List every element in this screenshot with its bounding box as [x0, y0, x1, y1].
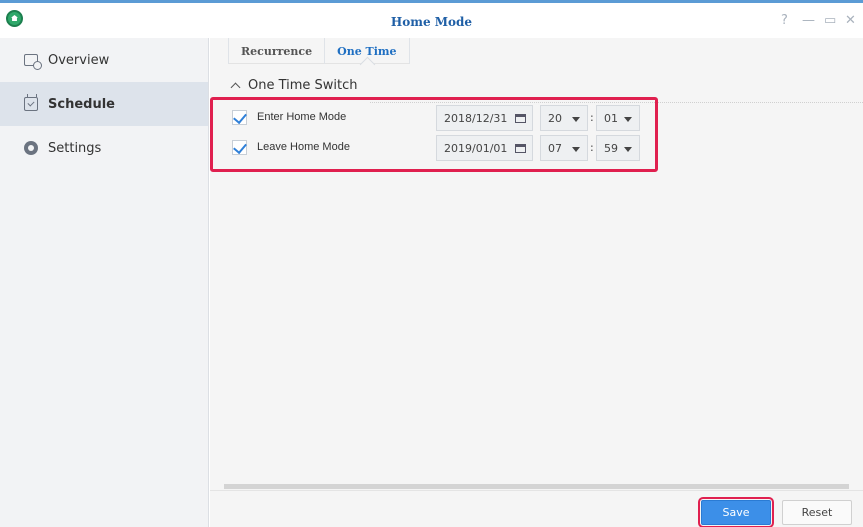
leave-home-mode-label: Leave Home Mode	[257, 141, 350, 153]
leave-hour-value: 07	[548, 141, 562, 155]
tab-one-time[interactable]: One Time	[324, 38, 410, 64]
calendar-icon	[24, 94, 38, 111]
sidebar-item-label: Settings	[48, 140, 102, 156]
collapse-caret-icon	[230, 82, 241, 93]
leave-minute-value: 59	[604, 141, 618, 155]
gear-icon	[24, 141, 38, 155]
time-separator: :	[590, 111, 594, 124]
chevron-down-icon	[572, 117, 580, 122]
save-button[interactable]: Save	[698, 497, 774, 527]
sidebar-item-schedule[interactable]: Schedule	[0, 82, 208, 126]
section-header-one-time-switch[interactable]: One Time Switch	[230, 78, 358, 93]
window-title: Home Mode	[390, 15, 473, 29]
close-icon[interactable]: ✕	[845, 13, 856, 28]
section-title: One Time Switch	[248, 78, 358, 93]
calendar-picker-icon[interactable]	[515, 114, 526, 123]
chevron-down-icon	[572, 147, 580, 152]
reset-button[interactable]: Reset	[782, 500, 852, 525]
enter-date-value: 2018/12/31	[444, 111, 508, 125]
leave-date-field[interactable]: 2019/01/01	[436, 135, 533, 161]
sidebar-item-label: Schedule	[48, 96, 115, 112]
enter-hour-value: 20	[548, 111, 562, 125]
leave-home-mode-row: Leave Home Mode 2019/01/01 07 : 59	[232, 135, 640, 161]
enter-home-mode-label: Enter Home Mode	[257, 111, 347, 123]
enter-hour-select[interactable]: 20	[540, 105, 588, 131]
footer-divider	[210, 490, 863, 491]
help-icon[interactable]: ?	[781, 13, 788, 28]
tab-recurrence[interactable]: Recurrence	[228, 38, 324, 64]
section-divider	[370, 102, 863, 103]
maximize-icon[interactable]: ▭	[824, 13, 836, 28]
overview-icon	[24, 54, 42, 70]
sidebar-item-overview[interactable]: Overview	[0, 38, 208, 82]
enter-minute-value: 01	[604, 111, 618, 125]
sidebar-item-label: Overview	[48, 52, 110, 68]
enter-home-mode-row: Enter Home Mode 2018/12/31 20 : 01	[232, 105, 640, 131]
horizontal-scrollbar[interactable]	[224, 484, 849, 489]
main-content: Recurrence One Time One Time Switch Ente…	[210, 38, 863, 527]
sidebar-item-settings[interactable]: Settings	[0, 126, 208, 170]
chevron-down-icon	[624, 117, 632, 122]
calendar-picker-icon[interactable]	[515, 144, 526, 153]
leave-hour-select[interactable]: 07	[540, 135, 588, 161]
leave-home-mode-checkbox[interactable]	[232, 140, 247, 155]
leave-minute-select[interactable]: 59	[596, 135, 640, 161]
tab-bar: Recurrence One Time	[228, 38, 410, 64]
enter-date-field[interactable]: 2018/12/31	[436, 105, 533, 131]
enter-home-mode-checkbox[interactable]	[232, 110, 247, 125]
minimize-icon[interactable]: —	[802, 13, 815, 28]
sidebar: Overview Schedule Settings	[0, 38, 209, 527]
chevron-down-icon	[624, 147, 632, 152]
time-separator: :	[590, 141, 594, 154]
leave-date-value: 2019/01/01	[444, 141, 508, 155]
enter-minute-select[interactable]: 01	[596, 105, 640, 131]
window-titlebar: Home Mode ? — ▭ ✕	[0, 0, 863, 38]
